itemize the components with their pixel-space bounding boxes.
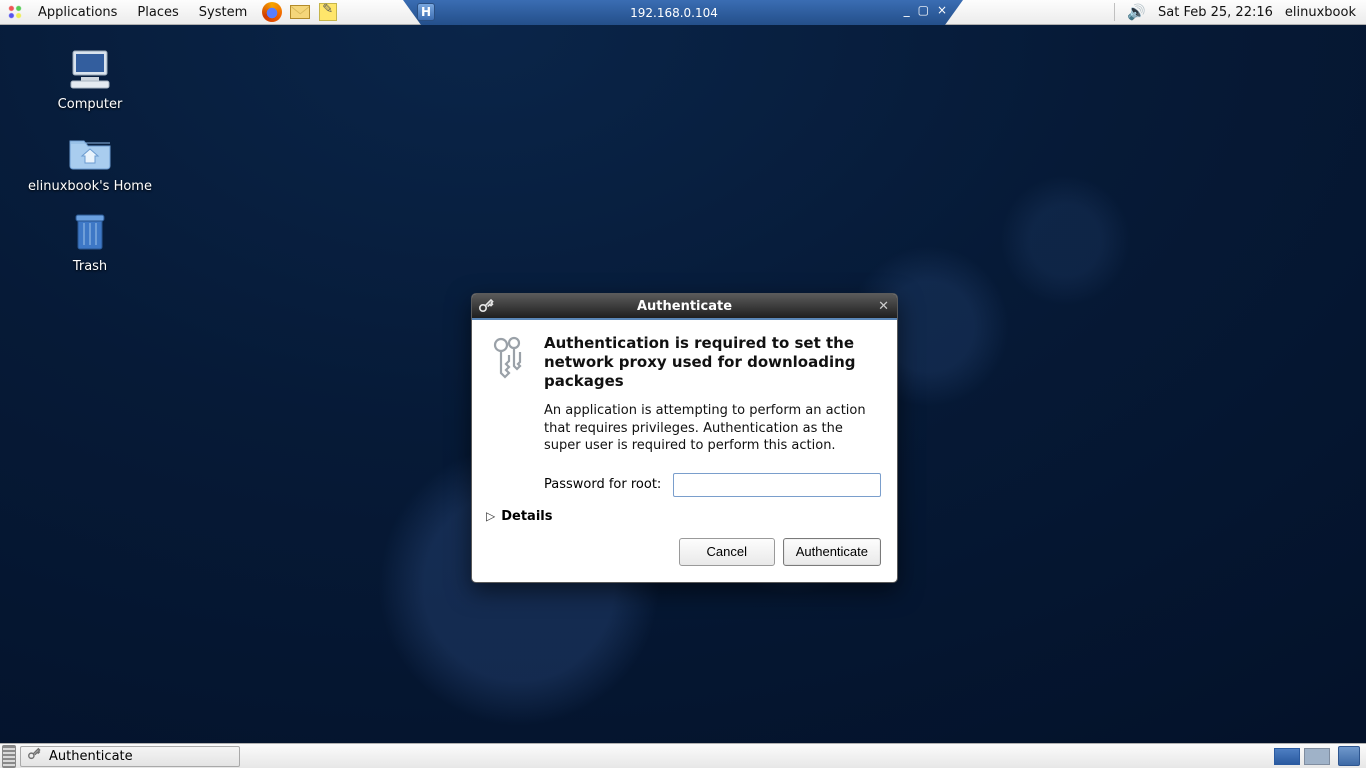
- show-desktop-button[interactable]: [2, 745, 16, 768]
- note-icon: [319, 3, 337, 21]
- desktop[interactable]: Computer elinuxbook's Home Trash: [0, 25, 1366, 743]
- workspace-2[interactable]: [1304, 748, 1330, 765]
- keys-icon: [488, 334, 528, 497]
- window-minimize-button[interactable]: _: [904, 3, 910, 17]
- computer-icon: [67, 47, 113, 91]
- dialog-titlebar[interactable]: Authenticate ✕: [472, 294, 897, 320]
- home-folder-icon: [67, 129, 113, 173]
- user-menu[interactable]: elinuxbook: [1285, 5, 1356, 20]
- auth-dialog: Authenticate ✕ Authentication is require…: [471, 293, 898, 583]
- clock[interactable]: Sat Feb 25, 22:16: [1158, 5, 1273, 20]
- app-title-icon: H: [417, 3, 435, 21]
- top-panel-launchers: [253, 1, 339, 23]
- dialog-heading: Authentication is required to set the ne…: [544, 334, 881, 390]
- window-buttons: _ ▢ ×: [904, 3, 947, 17]
- password-input[interactable]: [673, 473, 881, 497]
- window-close-button[interactable]: ×: [937, 3, 947, 17]
- gnome-logo-icon: [6, 3, 24, 21]
- menu-system[interactable]: System: [193, 3, 253, 22]
- details-expander[interactable]: ▷ Details: [472, 503, 897, 526]
- cancel-button[interactable]: Cancel: [679, 538, 775, 566]
- menu-applications[interactable]: Applications: [32, 3, 123, 22]
- desktop-icon-computer[interactable]: Computer: [15, 47, 165, 112]
- bottom-panel-tray: [1274, 746, 1366, 766]
- top-panel: Applications Places System H 192.168.0.1…: [0, 0, 1366, 25]
- sound-icon[interactable]: 🔊: [1127, 3, 1146, 21]
- desktop-icon-home[interactable]: elinuxbook's Home: [15, 129, 165, 194]
- firefox-launcher[interactable]: [261, 1, 283, 23]
- window-title: 192.168.0.104: [630, 6, 718, 20]
- key-icon: [27, 747, 41, 765]
- desktop-icon-label: Computer: [15, 97, 165, 112]
- trash-icon: [67, 209, 113, 253]
- taskbar-item-label: Authenticate: [49, 749, 133, 764]
- password-label: Password for root:: [544, 477, 661, 492]
- menu-places[interactable]: Places: [131, 3, 184, 22]
- authenticate-button[interactable]: Authenticate: [783, 538, 881, 566]
- window-maximize-button[interactable]: ▢: [918, 3, 929, 17]
- desktop-icon-label: elinuxbook's Home: [15, 179, 165, 194]
- mail-launcher[interactable]: [289, 1, 311, 23]
- desktop-icon-label: Trash: [15, 259, 165, 274]
- key-icon: [478, 298, 494, 318]
- top-panel-tray: 🔊 Sat Feb 25, 22:16 elinuxbook: [1114, 3, 1366, 21]
- dialog-title: Authenticate: [637, 299, 732, 314]
- chevron-right-icon: ▷: [486, 509, 495, 523]
- workspace-1[interactable]: [1274, 748, 1300, 765]
- tray-corner-button[interactable]: [1338, 746, 1360, 766]
- mail-icon: [290, 5, 310, 19]
- tray-separator: [1114, 3, 1115, 21]
- window-title-tab: H 192.168.0.104 _ ▢ ×: [403, 0, 963, 25]
- top-panel-menus: Applications Places System: [0, 3, 253, 22]
- desktop-icon-trash[interactable]: Trash: [15, 209, 165, 274]
- bottom-panel: Authenticate: [0, 743, 1366, 768]
- details-label: Details: [501, 509, 552, 524]
- dialog-description: An application is attempting to perform …: [544, 402, 881, 455]
- dialog-close-button[interactable]: ✕: [878, 299, 889, 314]
- taskbar-item-authenticate[interactable]: Authenticate: [20, 746, 240, 767]
- notes-launcher[interactable]: [317, 1, 339, 23]
- firefox-icon: [262, 2, 282, 22]
